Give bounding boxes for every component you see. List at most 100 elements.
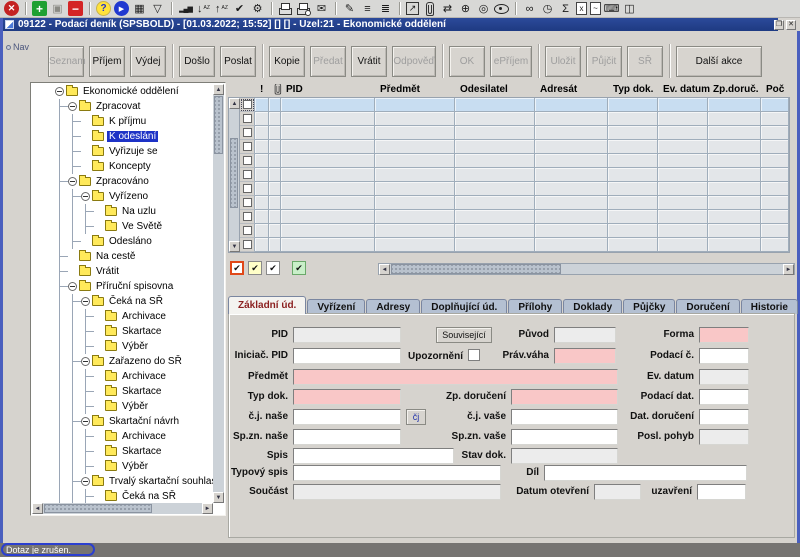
cell-col-priority[interactable] <box>255 182 269 196</box>
scrollbar-thumb[interactable] <box>230 138 238 208</box>
tab-základní-úd-[interactable]: Základní úd. <box>228 296 307 314</box>
cell-col-subject[interactable] <box>375 196 455 210</box>
delete-record-icon[interactable]: − <box>68 1 83 16</box>
excel-export-icon[interactable]: x <box>576 2 587 15</box>
col-delivery-header[interactable]: Zp.doruč. <box>711 84 764 97</box>
row-checkbox[interactable] <box>242 156 252 165</box>
cell-col-pid[interactable] <box>281 154 375 168</box>
calendar-icon[interactable]: ▦ <box>132 1 147 16</box>
cell-col-doc-type[interactable] <box>608 182 658 196</box>
tab-přílohy[interactable]: Přílohy <box>508 299 563 314</box>
cell-col-doc-type[interactable] <box>608 98 658 112</box>
row-checkbox[interactable] <box>242 128 252 137</box>
close-record-icon[interactable]: ✕ <box>4 1 19 16</box>
row-checkbox[interactable] <box>242 142 252 151</box>
cell-col-addressee[interactable] <box>535 126 608 140</box>
cell-col-addressee[interactable] <box>535 168 608 182</box>
cell-col-priority[interactable] <box>255 196 269 210</box>
table-row[interactable] <box>240 168 789 182</box>
doc-type-field[interactable] <box>293 389 401 405</box>
subject-field[interactable] <box>293 369 618 385</box>
print-icon[interactable] <box>278 1 293 16</box>
print-preview-icon[interactable] <box>296 1 311 16</box>
cell-col-attachment[interactable] <box>269 140 281 154</box>
cell-col-addressee[interactable] <box>535 210 608 224</box>
cell-col-sender[interactable] <box>455 112 535 126</box>
cell-col-subject[interactable] <box>375 168 455 182</box>
filter-white-checkbox[interactable]: ✔ <box>266 261 280 275</box>
cell-col-attachment[interactable] <box>269 182 281 196</box>
cell-col-delivery[interactable] <box>708 168 761 182</box>
tree-item-čeká-na-sř[interactable]: Čeká na SŘ <box>31 294 213 309</box>
attachment-icon[interactable] <box>422 1 437 16</box>
pid-field[interactable] <box>293 327 401 343</box>
cell-col-pid[interactable] <box>281 98 375 112</box>
cell-col-delivery[interactable] <box>708 154 761 168</box>
cell-col-count[interactable] <box>761 224 789 238</box>
cell-col-sender[interactable] <box>455 224 535 238</box>
scroll-left-button[interactable]: ◄ <box>379 264 390 275</box>
col-count-header[interactable]: Poč <box>764 84 792 97</box>
cell-col-sender[interactable] <box>455 154 535 168</box>
table-row[interactable] <box>240 98 789 112</box>
delivery-date-field[interactable] <box>699 409 749 425</box>
tab-doplňující-úd-[interactable]: Doplňující úd. <box>421 299 508 314</box>
table-row[interactable] <box>240 154 789 168</box>
cell-col-pid[interactable] <box>281 168 375 182</box>
scroll-up-button[interactable]: ▲ <box>229 98 240 109</box>
cell-col-doc-type[interactable] <box>608 154 658 168</box>
action-kopie-button[interactable]: Kopie <box>269 45 305 77</box>
table-row[interactable] <box>240 224 789 238</box>
cell-col-delivery[interactable] <box>708 224 761 238</box>
cell-col-doc-type[interactable] <box>608 210 658 224</box>
action-epříjem-button[interactable]: ePříjem <box>490 45 532 77</box>
cell-col-delivery[interactable] <box>708 140 761 154</box>
row-checkbox[interactable] <box>242 170 252 179</box>
cell-col-attachment[interactable] <box>269 126 281 140</box>
col-ev-date-header[interactable]: Ev. datum <box>661 84 711 97</box>
add-record-icon[interactable]: + <box>32 1 47 16</box>
nav-tab[interactable]: Nav <box>6 42 29 52</box>
last-move-field[interactable] <box>699 429 749 445</box>
tree-item-archivace[interactable]: Archivace <box>31 309 213 324</box>
filter-icon[interactable]: ▽ <box>150 1 165 16</box>
cell-col-doc-type[interactable] <box>608 112 658 126</box>
cell-col-sender[interactable] <box>455 196 535 210</box>
action-sř-button[interactable]: SŘ <box>627 45 663 77</box>
restore-window-button[interactable]: ❐ <box>774 20 784 30</box>
cell-col-sender[interactable] <box>455 168 535 182</box>
cell-col-pid[interactable] <box>281 196 375 210</box>
table-row[interactable] <box>240 210 789 224</box>
clock-icon[interactable]: ◷ <box>540 1 555 16</box>
col-subject-header[interactable]: Předmět <box>378 84 458 97</box>
tree-collapse-toggle[interactable] <box>81 477 90 486</box>
close-window-button[interactable]: ✕ <box>786 20 796 30</box>
tree-collapse-toggle[interactable] <box>81 357 90 366</box>
tab-doklady[interactable]: Doklady <box>563 299 623 314</box>
save-record-icon[interactable]: ▣ <box>50 1 65 16</box>
action-příjem-button[interactable]: Příjem <box>89 45 125 77</box>
scrollbar-thumb[interactable] <box>214 96 223 154</box>
tree-collapse-toggle[interactable] <box>55 87 64 96</box>
cell-col-attachment[interactable] <box>269 196 281 210</box>
cell-col-pid[interactable] <box>281 210 375 224</box>
cell-col-subject[interactable] <box>375 112 455 126</box>
row-select-cell[interactable] <box>240 224 255 238</box>
scroll-left-button[interactable]: ◄ <box>32 503 43 514</box>
cell-col-ev-date[interactable] <box>658 112 708 126</box>
row-select-cell[interactable] <box>240 168 255 182</box>
tree-item-vrátit[interactable]: Vrátit <box>31 264 213 279</box>
tree-item-k-příjmu[interactable]: K příjmu <box>31 114 213 129</box>
action-odpověď-button[interactable]: Odpověď <box>392 45 436 77</box>
tree-item-příruční-spisovna[interactable]: Příruční spisovna <box>31 279 213 294</box>
tree-item-vyřizuje-se[interactable]: Vyřizuje se <box>31 144 213 159</box>
col-addressee-header[interactable]: Adresát <box>538 84 611 97</box>
scroll-right-button[interactable]: ► <box>783 264 794 275</box>
cell-col-attachment[interactable] <box>269 224 281 238</box>
signal-bars-icon[interactable] <box>178 1 193 16</box>
table-horizontal-scrollbar[interactable]: ◄ ► <box>378 263 795 275</box>
tab-historie[interactable]: Historie <box>740 299 798 314</box>
our-file-mark-field[interactable] <box>293 429 401 445</box>
cell-col-priority[interactable] <box>255 126 269 140</box>
filing-number-field[interactable] <box>699 348 749 364</box>
